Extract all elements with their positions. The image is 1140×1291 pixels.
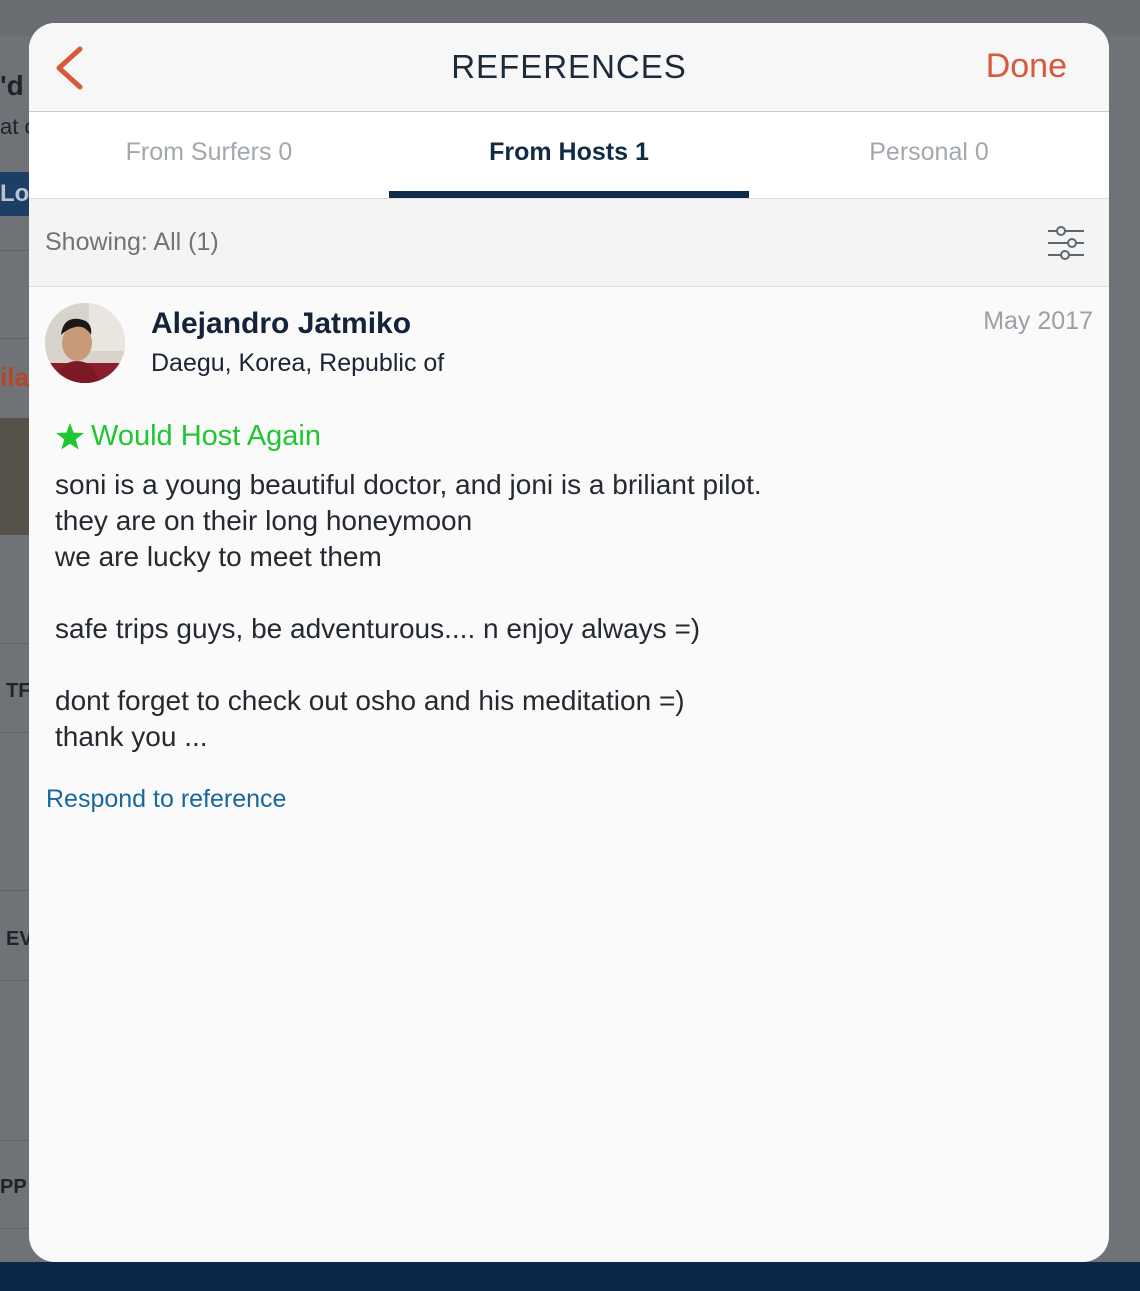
- background-text-fragment: 'd l: [0, 70, 29, 101]
- sliders-icon: [1048, 226, 1084, 260]
- background-text-fragment: ila: [0, 362, 29, 392]
- tab-personal[interactable]: Personal 0: [749, 112, 1109, 198]
- reference-date: May 2017: [983, 307, 1093, 335]
- avatar[interactable]: [45, 303, 125, 383]
- background-divider: [0, 1228, 29, 1229]
- author-name[interactable]: Alejandro Jatmiko: [151, 307, 411, 341]
- background-text-fragment: at c: [0, 114, 29, 139]
- background-text-fragment: PP: [0, 1176, 27, 1198]
- background-text-fragment: TF: [6, 680, 29, 702]
- background-divider: [0, 980, 29, 981]
- would-host-again-badge: Would Host Again: [55, 420, 321, 453]
- respond-to-reference-link[interactable]: Respond to reference: [46, 785, 286, 814]
- background-divider: [0, 338, 29, 339]
- references-modal: REFERENCES Done From Surfers 0 From Host…: [29, 23, 1109, 1262]
- done-button[interactable]: Done: [986, 47, 1067, 86]
- filter-bar: Showing: All (1): [29, 199, 1109, 287]
- filter-button[interactable]: [1047, 223, 1085, 263]
- background-divider: [0, 732, 29, 733]
- background-footer-bar: [0, 1262, 1140, 1291]
- star-icon: [56, 423, 84, 450]
- background-divider: [0, 643, 29, 644]
- author-location: Daegu, Korea, Republic of: [151, 349, 445, 377]
- modal-title: REFERENCES: [451, 48, 687, 85]
- reference-tabs: From Surfers 0 From Hosts 1 Personal 0: [29, 112, 1109, 199]
- avatar-image: [45, 303, 125, 383]
- background-text-fragment: Lov: [0, 180, 29, 207]
- badge-label: Would Host Again: [91, 420, 321, 452]
- background-text-fragment: EV: [6, 928, 29, 950]
- showing-label: Showing: All (1): [45, 228, 219, 256]
- background-thumbnail: [0, 418, 29, 535]
- reference-body: soni is a young beautiful doctor, and jo…: [55, 469, 762, 752]
- background-divider: [0, 1140, 29, 1141]
- background-divider: [0, 250, 29, 251]
- tab-from-surfers[interactable]: From Surfers 0: [29, 112, 389, 198]
- tab-from-hosts[interactable]: From Hosts 1: [389, 112, 749, 198]
- background-divider: [0, 890, 29, 891]
- modal-navbar: REFERENCES Done: [29, 23, 1109, 112]
- active-tab-indicator: [389, 191, 749, 198]
